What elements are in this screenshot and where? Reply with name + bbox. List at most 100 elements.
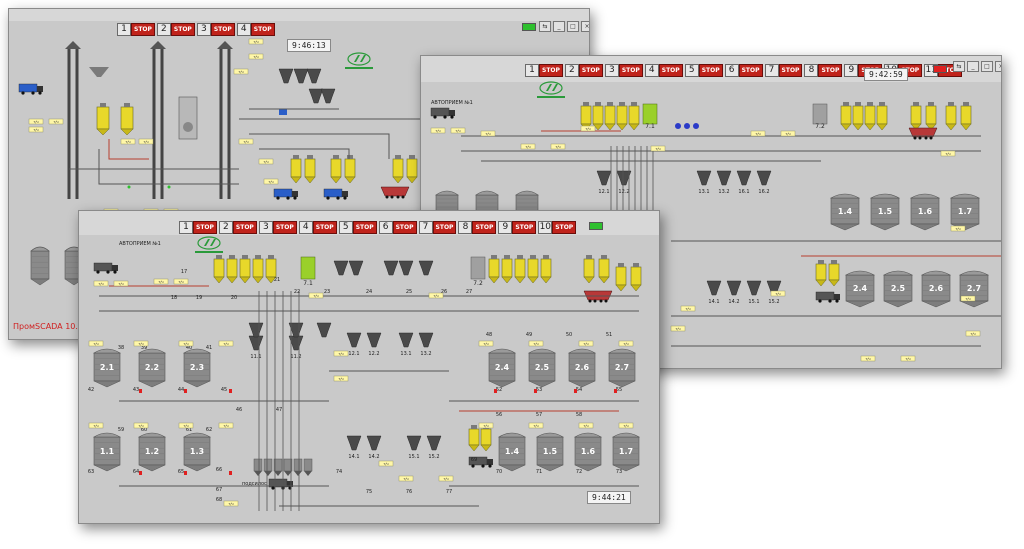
- elevator-head: [65, 41, 81, 49]
- truck-cab: [37, 86, 43, 92]
- stop-button[interactable]: STOP: [352, 221, 377, 234]
- process-tab-4[interactable]: 4 STOP: [644, 64, 683, 77]
- tab-number[interactable]: 7: [418, 221, 433, 234]
- tab-number[interactable]: 3: [258, 221, 273, 234]
- truck-wheel: [818, 299, 822, 303]
- process-tab-3[interactable]: 3 STOP: [258, 221, 297, 234]
- back-maximize-icon[interactable]: □: [567, 21, 579, 32]
- middle-bin: 16.2: [756, 170, 772, 195]
- tab-number[interactable]: 2: [218, 221, 233, 234]
- process-tab-5[interactable]: 5 STOP: [684, 64, 723, 77]
- back-close-icon[interactable]: ×: [581, 21, 589, 32]
- stop-button[interactable]: STOP: [698, 64, 723, 77]
- valve-marker: [229, 389, 232, 393]
- tab-number[interactable]: 3: [196, 23, 211, 36]
- value-tag-text: т/ч: [533, 424, 538, 428]
- stop-button[interactable]: STOP: [618, 64, 643, 77]
- front-silo-right-row1: 2.4: [487, 348, 517, 388]
- tab-number[interactable]: 5: [338, 221, 353, 234]
- tab-number[interactable]: 6: [378, 221, 393, 234]
- process-tab-3[interactable]: 3 STOP: [604, 64, 643, 77]
- silo-number: 1.3: [190, 447, 204, 456]
- stop-button[interactable]: STOP: [170, 23, 195, 36]
- hopper-top: [543, 255, 549, 259]
- top-hopper: [514, 255, 526, 284]
- tab-number[interactable]: 6: [724, 64, 739, 77]
- stop-button[interactable]: STOP: [658, 64, 683, 77]
- stop-button[interactable]: STOP: [210, 23, 235, 36]
- tab-number[interactable]: 1: [179, 221, 193, 234]
- middle-minimize-icon[interactable]: _: [967, 61, 979, 72]
- stop-button[interactable]: STOP: [738, 64, 763, 77]
- process-tab-8[interactable]: 8 STOP: [458, 221, 497, 234]
- stop-button[interactable]: STOP: [539, 64, 563, 77]
- tab-number[interactable]: 4: [298, 221, 313, 234]
- tab-number[interactable]: 10: [538, 221, 553, 234]
- top-hopper: [852, 102, 864, 131]
- tab-number[interactable]: 8: [804, 64, 819, 77]
- tab-number[interactable]: 9: [498, 221, 513, 234]
- tab-number[interactable]: 4: [644, 64, 659, 77]
- process-tab-8[interactable]: 8 STOP: [804, 64, 843, 77]
- stop-button[interactable]: STOP: [193, 221, 217, 234]
- stop-button[interactable]: STOP: [432, 221, 457, 234]
- hopper-f: [344, 155, 356, 184]
- stop-button[interactable]: STOP: [552, 221, 577, 234]
- process-tab-4[interactable]: 4 STOP: [298, 221, 337, 234]
- hopper-cone: [960, 123, 972, 131]
- middle-maximize-icon[interactable]: □: [981, 61, 993, 72]
- tab-number[interactable]: 2: [564, 64, 579, 77]
- stop-button[interactable]: STOP: [392, 221, 417, 234]
- process-tab-2[interactable]: 2 STOP: [564, 64, 603, 77]
- tab-number[interactable]: 4: [236, 23, 251, 36]
- stop-button[interactable]: STOP: [272, 221, 297, 234]
- process-tab-4[interactable]: 4 STOP: [236, 23, 275, 36]
- process-tab-2[interactable]: 2 STOP: [156, 23, 195, 36]
- process-tab-9[interactable]: 9STOP: [498, 221, 537, 234]
- tab-number[interactable]: 5: [684, 64, 699, 77]
- tab-number[interactable]: 7: [764, 64, 779, 77]
- tab-number[interactable]: 2: [156, 23, 171, 36]
- process-tab-1[interactable]: 1 STOP: [525, 64, 563, 77]
- front-logo: [195, 236, 223, 253]
- stop-button[interactable]: STOP: [578, 64, 603, 77]
- truck-wheel: [276, 196, 280, 200]
- hopper-e: [330, 155, 342, 184]
- middle-back-icon[interactable]: ⇆: [953, 61, 965, 72]
- process-tab-3[interactable]: 3 STOP: [196, 23, 235, 36]
- process-tab-6[interactable]: 6 STOP: [724, 64, 763, 77]
- tab-number[interactable]: 9: [844, 64, 859, 77]
- process-tab-6[interactable]: 6 STOP: [378, 221, 417, 234]
- tab-number[interactable]: 1: [525, 64, 539, 77]
- tab-number[interactable]: 8: [458, 221, 473, 234]
- stop-button[interactable]: STOP: [131, 23, 155, 36]
- bin-number: 12.1: [348, 351, 359, 357]
- process-tab-10[interactable]: 10STOP: [538, 221, 577, 234]
- stop-button[interactable]: STOP: [312, 221, 337, 234]
- stop-button[interactable]: STOP: [250, 23, 275, 36]
- tab-number[interactable]: 1: [117, 23, 131, 36]
- process-tab-1[interactable]: 1 STOP: [179, 221, 217, 234]
- process-tab-7[interactable]: 7 STOP: [764, 64, 803, 77]
- stop-button[interactable]: STOP: [232, 221, 257, 234]
- tab-number[interactable]: 3: [604, 64, 619, 77]
- back-back-icon[interactable]: ⇆: [539, 21, 551, 32]
- silo-roof: [607, 348, 637, 354]
- front-silo-left-row2: 1.3: [182, 432, 212, 472]
- hopper-top: [618, 263, 624, 267]
- silo-number: 2.1: [100, 363, 115, 372]
- process-tab-1[interactable]: 1 STOP: [117, 23, 155, 36]
- process-tab-5[interactable]: 5 STOP: [338, 221, 377, 234]
- stop-button[interactable]: STOP: [472, 221, 497, 234]
- process-tab-7[interactable]: 7 STOP: [418, 221, 457, 234]
- value-tag-text: т/ч: [158, 280, 163, 284]
- process-tab-2[interactable]: 2 STOP: [218, 221, 257, 234]
- stop-button[interactable]: STOP: [818, 64, 843, 77]
- back-minimize-icon[interactable]: _: [553, 21, 565, 32]
- front-bin: 13.1: [398, 332, 414, 357]
- value-tag-text: т/ч: [525, 145, 530, 149]
- middle-close-icon[interactable]: ×: [995, 61, 1001, 72]
- stop-button[interactable]: STOP: [512, 221, 537, 234]
- silo-roof: [573, 432, 603, 438]
- stop-button[interactable]: STOP: [778, 64, 803, 77]
